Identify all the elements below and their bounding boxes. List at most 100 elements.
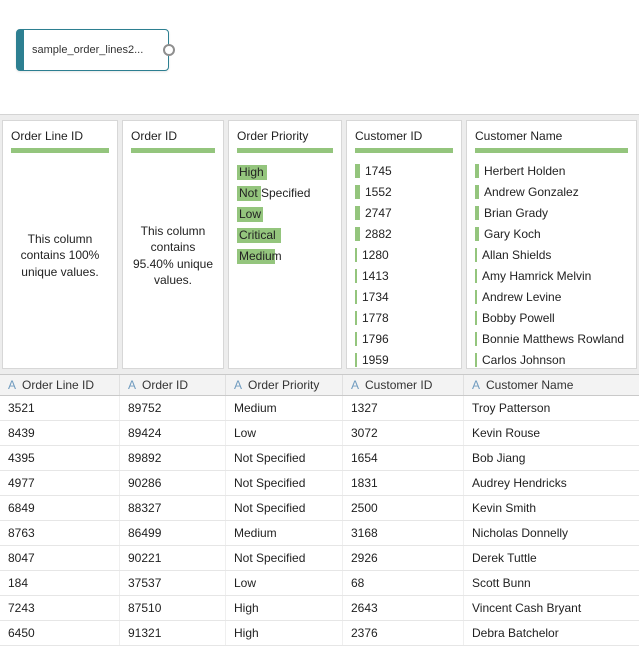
- grid-cell[interactable]: 3168: [343, 521, 464, 545]
- grid-cell[interactable]: 2926: [343, 546, 464, 570]
- grid-cell[interactable]: Kevin Smith: [464, 496, 639, 520]
- grid-header-customer-id[interactable]: A Customer ID: [343, 375, 464, 395]
- grid-cell[interactable]: 1831: [343, 471, 464, 495]
- grid-cell[interactable]: 89752: [120, 396, 226, 420]
- grid-cell[interactable]: Audrey Hendricks: [464, 471, 639, 495]
- value-frequency-item[interactable]: High: [237, 162, 333, 183]
- grid-cell[interactable]: 89424: [120, 421, 226, 445]
- grid-cell[interactable]: 87510: [120, 596, 226, 620]
- grid-cell[interactable]: 2643: [343, 596, 464, 620]
- value-frequency-item[interactable]: Andrew Gonzalez: [475, 181, 628, 202]
- value-frequency-item[interactable]: Brian Grady: [475, 202, 628, 223]
- grid-cell[interactable]: 90286: [120, 471, 226, 495]
- grid-cell[interactable]: Not Specified: [226, 471, 343, 495]
- table-row[interactable]: 6849 88327 Not Specified 2500 Kevin Smith: [0, 496, 639, 521]
- table-row[interactable]: 7243 87510 High 2643 Vincent Cash Bryant: [0, 596, 639, 621]
- value-frequency-item[interactable]: Gary Koch: [475, 223, 628, 244]
- table-row[interactable]: 4977 90286 Not Specified 1831 Audrey Hendric…: [0, 471, 639, 496]
- grid-cell[interactable]: Not Specified: [226, 546, 343, 570]
- value-frequency-item[interactable]: 1745: [355, 160, 453, 181]
- grid-header-order-id[interactable]: A Order ID: [120, 375, 226, 395]
- grid-cell[interactable]: 2376: [343, 621, 464, 645]
- value-frequency-item[interactable]: Medium: [237, 246, 333, 267]
- node-output-port-icon[interactable]: [163, 44, 175, 56]
- profile-card-customer-name[interactable]: Customer Name Herbert Holden Andrew Gonzal…: [466, 120, 637, 369]
- value-frequency-item[interactable]: 1280: [355, 244, 453, 265]
- grid-cell[interactable]: Medium: [226, 521, 343, 545]
- profile-card-order-priority[interactable]: Order Priority High Not Specified Low Critic…: [228, 120, 342, 369]
- grid-cell[interactable]: 90221: [120, 546, 226, 570]
- grid-cell[interactable]: Scott Bunn: [464, 571, 639, 595]
- grid-cell[interactable]: 3072: [343, 421, 464, 445]
- value-frequency-item[interactable]: Bonnie Matthews Rowland: [475, 328, 628, 349]
- grid-cell[interactable]: Medium: [226, 396, 343, 420]
- grid-cell[interactable]: 37537: [120, 571, 226, 595]
- table-row[interactable]: 184 37537 Low 68 Scott Bunn: [0, 571, 639, 596]
- grid-cell[interactable]: High: [226, 621, 343, 645]
- value-frequency-item[interactable]: Andrew Levine: [475, 286, 628, 307]
- table-row[interactable]: 4395 89892 Not Specified 1654 Bob Jiang: [0, 446, 639, 471]
- profile-card-customer-id[interactable]: Customer ID 1745 1552 2747 2882 1280 1413 1734 1…: [346, 120, 462, 369]
- grid-cell[interactable]: Derek Tuttle: [464, 546, 639, 570]
- grid-cell[interactable]: Kevin Rouse: [464, 421, 639, 445]
- value-frequency-item[interactable]: Herbert Holden: [475, 160, 628, 181]
- frequency-tick: [475, 352, 477, 367]
- grid-cell[interactable]: 89892: [120, 446, 226, 470]
- value-frequency-item[interactable]: 1778: [355, 307, 453, 328]
- grid-cell[interactable]: Nicholas Donnelly: [464, 521, 639, 545]
- table-row[interactable]: 6450 91321 High 2376 Debra Batchelor: [0, 621, 639, 646]
- grid-cell[interactable]: Troy Patterson: [464, 396, 639, 420]
- grid-cell[interactable]: Bob Jiang: [464, 446, 639, 470]
- value-frequency-item[interactable]: Critical: [237, 225, 333, 246]
- grid-cell[interactable]: 1327: [343, 396, 464, 420]
- value-frequency-item[interactable]: Amy Hamrick Melvin: [475, 265, 628, 286]
- table-row[interactable]: 8763 86499 Medium 3168 Nicholas Donnelly: [0, 521, 639, 546]
- grid-cell[interactable]: 8047: [0, 546, 120, 570]
- grid-cell[interactable]: High: [226, 596, 343, 620]
- value-frequency-item[interactable]: 1734: [355, 286, 453, 307]
- grid-cell[interactable]: 7243: [0, 596, 120, 620]
- grid-cell[interactable]: 68: [343, 571, 464, 595]
- value-frequency-item[interactable]: 1796: [355, 328, 453, 349]
- flow-node-sample-order-lines[interactable]: sample_order_lines2...: [16, 29, 175, 71]
- value-frequency-item[interactable]: Allan Shields: [475, 244, 628, 265]
- grid-cell[interactable]: 4977: [0, 471, 120, 495]
- frequency-tick: [475, 289, 477, 304]
- value-frequency-item[interactable]: 1413: [355, 265, 453, 286]
- grid-cell[interactable]: Not Specified: [226, 496, 343, 520]
- grid-cell[interactable]: 2500: [343, 496, 464, 520]
- grid-cell[interactable]: 4395: [0, 446, 120, 470]
- table-row[interactable]: 8439 89424 Low 3072 Kevin Rouse: [0, 421, 639, 446]
- grid-cell[interactable]: 3521: [0, 396, 120, 420]
- grid-cell[interactable]: Low: [226, 421, 343, 445]
- node-accent-bar: [17, 30, 24, 70]
- grid-cell[interactable]: Low: [226, 571, 343, 595]
- value-frequency-item[interactable]: 1959: [355, 349, 453, 368]
- value-frequency-item[interactable]: 1552: [355, 181, 453, 202]
- grid-cell[interactable]: 8439: [0, 421, 120, 445]
- value-frequency-item[interactable]: Bobby Powell: [475, 307, 628, 328]
- grid-cell[interactable]: 184: [0, 571, 120, 595]
- value-frequency-item[interactable]: Not Specified: [237, 183, 333, 204]
- grid-cell[interactable]: 1654: [343, 446, 464, 470]
- grid-header-order-line-id[interactable]: A Order Line ID: [0, 375, 120, 395]
- grid-cell[interactable]: Not Specified: [226, 446, 343, 470]
- value-frequency-item[interactable]: Low: [237, 204, 333, 225]
- grid-cell[interactable]: 88327: [120, 496, 226, 520]
- grid-header-order-priority[interactable]: A Order Priority: [226, 375, 343, 395]
- grid-cell[interactable]: 86499: [120, 521, 226, 545]
- table-row[interactable]: 8047 90221 Not Specified 2926 Derek Tuttle: [0, 546, 639, 571]
- profile-card-order-id[interactable]: Order ID This column contains 95.40% uniq…: [122, 120, 224, 369]
- grid-cell[interactable]: 6450: [0, 621, 120, 645]
- table-row[interactable]: 3521 89752 Medium 1327 Troy Patterson: [0, 396, 639, 421]
- grid-cell[interactable]: 6849: [0, 496, 120, 520]
- grid-cell[interactable]: 8763: [0, 521, 120, 545]
- grid-cell[interactable]: Vincent Cash Bryant: [464, 596, 639, 620]
- value-frequency-item[interactable]: 2882: [355, 223, 453, 244]
- value-frequency-item[interactable]: 2747: [355, 202, 453, 223]
- grid-cell[interactable]: 91321: [120, 621, 226, 645]
- grid-header-customer-name[interactable]: A Customer Name: [464, 375, 639, 395]
- value-frequency-item[interactable]: Carlos Johnson: [475, 349, 628, 368]
- grid-cell[interactable]: Debra Batchelor: [464, 621, 639, 645]
- profile-card-order-line-id[interactable]: Order Line ID This column contains 100% u…: [2, 120, 118, 369]
